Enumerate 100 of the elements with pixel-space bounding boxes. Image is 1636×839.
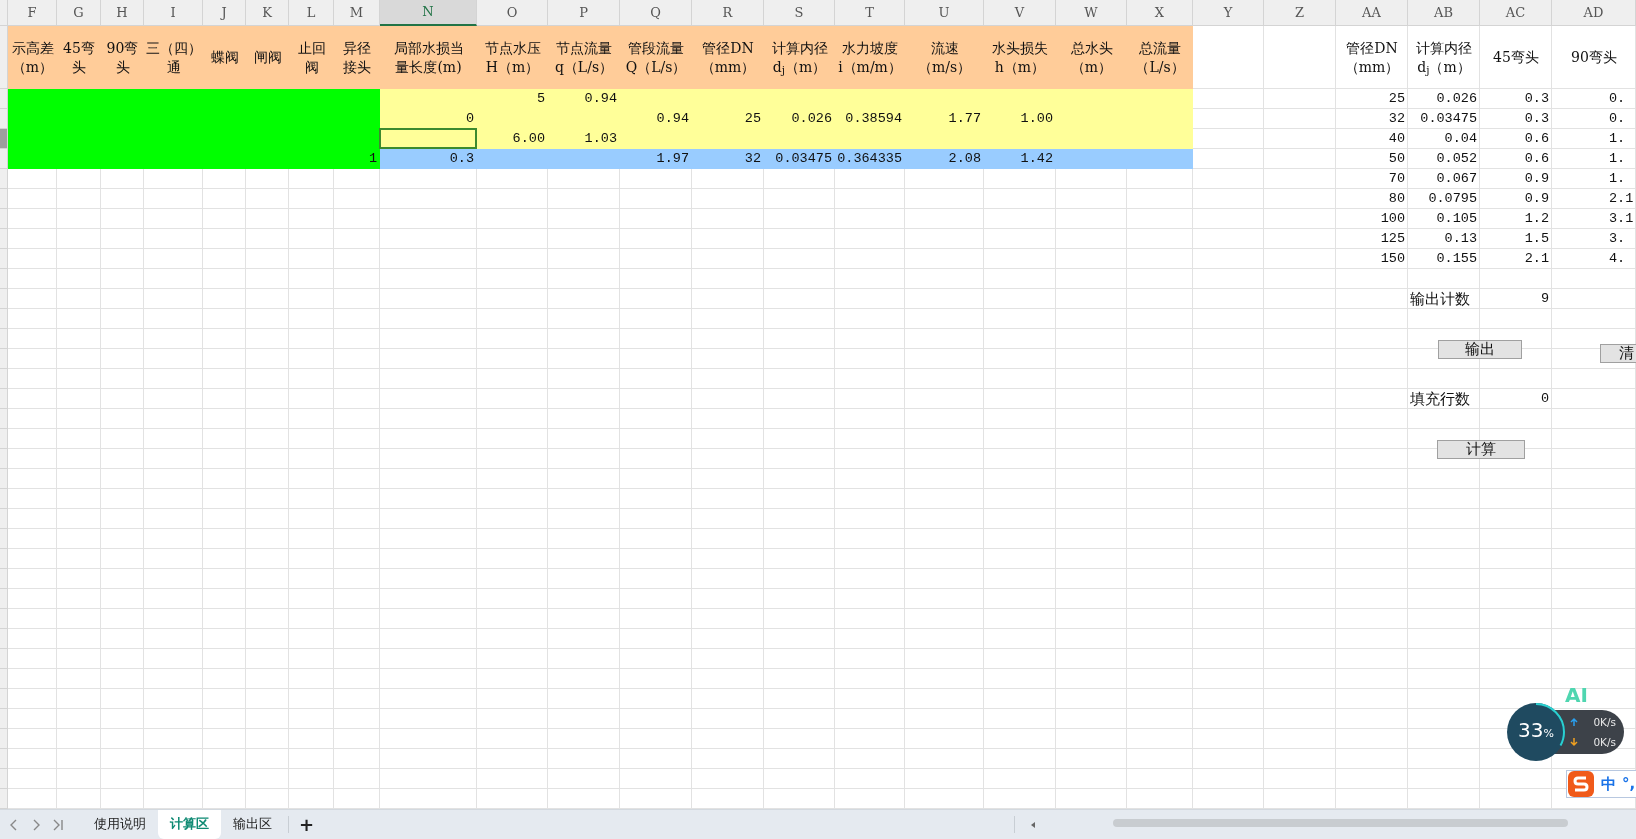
output-button[interactable]: 输出 [1438,339,1522,359]
column-header[interactable]: G [57,0,101,26]
row-header[interactable] [0,229,8,249]
column-header[interactable]: R [692,0,764,26]
calculate-button[interactable]: 计算 [1437,439,1525,459]
row-header[interactable] [0,369,8,389]
row-header[interactable] [0,149,8,169]
column-title: 45弯 头 [57,26,101,89]
row-header[interactable] [0,669,8,689]
row-header[interactable] [0,269,8,289]
row-header[interactable] [0,549,8,569]
punctuation-toggle[interactable]: °, [1622,772,1636,796]
table-cell-text: 0.067 [1435,169,1478,188]
column-header[interactable]: P [548,0,620,26]
select-all-corner[interactable] [0,0,8,26]
row-header[interactable] [0,109,8,129]
row-header[interactable] [0,529,8,549]
column-header[interactable]: K [246,0,289,26]
row-header[interactable] [0,449,8,469]
column-header[interactable]: AC [1480,0,1552,26]
column-header[interactable]: Y [1193,0,1264,26]
column-header[interactable]: T [835,0,905,26]
row-header[interactable] [0,209,8,229]
row-header[interactable] [0,309,8,329]
table-cell-text: 0.6 [1523,149,1550,168]
table-cell-text: 0.13 [1443,229,1478,248]
row-header[interactable] [0,649,8,669]
row-header[interactable] [0,609,8,629]
row-header[interactable] [0,189,8,209]
scroll-left-icon[interactable] [1029,820,1038,829]
column-title: 蝶阀 [203,26,246,89]
row-header[interactable] [0,249,8,269]
column-header[interactable]: M [334,0,380,26]
row-header[interactable] [0,689,8,709]
row-header[interactable] [0,389,8,409]
add-sheet-button[interactable]: + [293,810,321,839]
row-header[interactable] [0,469,8,489]
row-header[interactable] [0,26,8,89]
column-header[interactable]: W [1056,0,1127,26]
column-title: 管段流量 Q（L/s） [620,26,692,89]
row-header[interactable] [0,769,8,789]
sheet-tab[interactable]: 使用说明 [82,810,158,839]
column-header[interactable]: H [101,0,144,26]
row-header[interactable] [0,289,8,309]
table-cell-text: 6.00 [511,129,546,148]
column-header[interactable]: X [1127,0,1193,26]
row-header[interactable] [0,329,8,349]
column-header[interactable]: V [984,0,1056,26]
table-cell-text: 0 [464,109,475,128]
column-title: 示高差 （m） [8,26,57,89]
row-header[interactable] [0,409,8,429]
row-header[interactable] [0,169,8,189]
column-title: 计算内径 d$_{j}$（m） [1415,39,1473,79]
ai-label: AI [1565,685,1588,705]
column-header[interactable]: N [380,0,477,26]
table-cell-text: 1.5 [1523,229,1550,248]
input-method-logo-icon[interactable] [1567,770,1595,798]
row-header[interactable] [0,749,8,769]
column-header[interactable]: I [144,0,203,26]
table-cell-text: 0.03475 [774,149,833,168]
row-header[interactable] [0,129,8,149]
row-header[interactable] [0,729,8,749]
column-header[interactable]: S [764,0,835,26]
table-cell-text: 0.026 [1435,89,1478,108]
row-header[interactable] [0,629,8,649]
row-header[interactable] [0,489,8,509]
sheet-tab[interactable]: 计算区 [158,810,221,839]
row-header[interactable] [0,429,8,449]
table-cell-text: 0.0795 [1427,189,1478,208]
column-header[interactable]: AD [1552,0,1636,26]
clear-button[interactable]: 清 [1600,343,1636,363]
column-header[interactable]: L [289,0,334,26]
column-title: 90弯头 [1570,48,1618,68]
column-header[interactable]: U [905,0,984,26]
row-header[interactable] [0,89,8,109]
column-title: 计算内径 d$_{j}$（m） [764,26,835,89]
row-header[interactable] [0,589,8,609]
scrollbar-thumb[interactable] [1113,819,1568,827]
selected-cell[interactable] [379,128,477,149]
column-header[interactable]: Z [1264,0,1336,26]
usage-gauge [1506,702,1566,762]
row-header[interactable] [0,349,8,369]
input-mode-toggle[interactable]: 中 [1601,772,1616,796]
column-header[interactable]: AA [1336,0,1408,26]
column-header[interactable]: Q [620,0,692,26]
column-title: 45弯头 [1492,48,1540,68]
row-header[interactable] [0,569,8,589]
table-cell-text: 1. [1608,169,1627,188]
field-label: 输出计数 [1409,289,1471,309]
sheet-tab[interactable]: 输出区 [221,810,284,839]
row-header[interactable] [0,789,8,809]
column-header[interactable]: O [477,0,548,26]
row-header[interactable] [0,709,8,729]
column-header[interactable]: J [203,0,246,26]
upload-speed: 0K/s [1593,716,1616,728]
table-cell-text: 25 [1387,89,1406,108]
column-header[interactable]: F [8,0,57,26]
row-header[interactable] [0,509,8,529]
table-cell-text: 150 [1379,249,1406,268]
column-header[interactable]: AB [1408,0,1480,26]
